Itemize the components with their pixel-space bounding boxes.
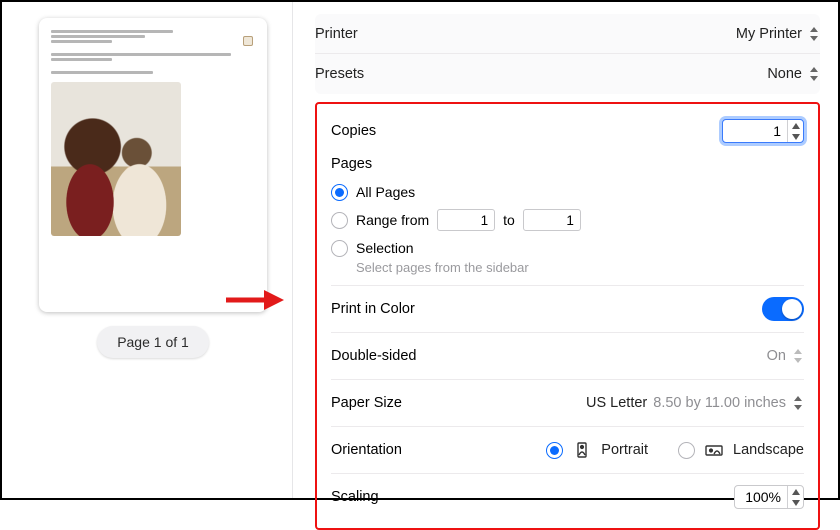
portrait-radio[interactable] [546, 442, 563, 459]
page-indicator: Page 1 of 1 [97, 326, 209, 358]
radio-off-icon [331, 212, 348, 229]
landscape-radio[interactable] [678, 442, 695, 459]
preview-pane: Page 1 of 1 [2, 2, 292, 498]
range-from-input[interactable] [437, 209, 495, 231]
presets-row[interactable]: Presets None [315, 54, 820, 94]
copies-label: Copies [331, 123, 376, 139]
portrait-icon [573, 442, 591, 458]
range-to-label: to [503, 212, 515, 228]
updown-icon [792, 396, 804, 410]
orientation-row: Orientation Portrait Landscape [331, 427, 804, 474]
landscape-label: Landscape [733, 442, 804, 458]
paper-label: Paper Size [331, 395, 402, 411]
copies-section: Copies Pages [331, 108, 804, 286]
pages-label: Pages [331, 156, 804, 172]
page-thumbnail[interactable] [39, 18, 267, 312]
document-photo [51, 82, 181, 236]
printer-row[interactable]: Printer My Printer [315, 14, 820, 54]
presets-value: None [767, 66, 802, 82]
pages-selection-option[interactable]: Selection [331, 234, 804, 262]
double-sided-row[interactable]: Double-sided On [331, 333, 804, 380]
selection-label: Selection [356, 240, 414, 256]
range-to-input[interactable] [523, 209, 581, 231]
orientation-label: Orientation [331, 442, 402, 458]
paper-size-row[interactable]: Paper Size US Letter 8.50 by 11.00 inche… [331, 380, 804, 427]
updown-icon [792, 349, 804, 363]
updown-icon [808, 67, 820, 81]
paper-dims: 8.50 by 11.00 inches [653, 395, 786, 411]
copies-input[interactable] [723, 123, 787, 139]
scaling-label: Scaling [331, 489, 379, 505]
double-value: On [767, 348, 786, 364]
printer-label: Printer [315, 26, 465, 42]
paper-value: US Letter [586, 395, 647, 411]
updown-icon [808, 27, 820, 41]
lock-icon [243, 36, 253, 46]
printer-value: My Printer [736, 26, 802, 42]
document-header-text [51, 30, 255, 74]
radio-on-icon [331, 184, 348, 201]
highlighted-options: Copies Pages [315, 102, 820, 530]
radio-off-icon [331, 240, 348, 257]
stepper-buttons[interactable] [787, 486, 803, 508]
presets-label: Presets [315, 66, 465, 82]
print-options-panel: Printer My Printer Presets None Copies [292, 2, 838, 498]
double-label: Double-sided [331, 348, 416, 364]
copies-stepper[interactable] [722, 119, 804, 143]
pages-all-label: All Pages [356, 184, 415, 200]
selection-hint: Select pages from the sidebar [356, 260, 804, 275]
color-toggle[interactable] [762, 297, 804, 321]
annotation-arrow-icon [224, 288, 284, 312]
range-label: Range from [356, 212, 429, 228]
scaling-input[interactable] [735, 489, 787, 505]
scaling-stepper[interactable] [734, 485, 804, 509]
print-in-color-row: Print in Color [331, 286, 804, 333]
stepper-buttons[interactable] [787, 120, 803, 142]
portrait-label: Portrait [601, 442, 648, 458]
scaling-row: Scaling [331, 474, 804, 520]
color-label: Print in Color [331, 301, 415, 317]
pages-all-option[interactable]: All Pages [331, 178, 804, 206]
landscape-icon [705, 442, 723, 458]
pages-range-option[interactable]: Range from to [331, 206, 804, 234]
